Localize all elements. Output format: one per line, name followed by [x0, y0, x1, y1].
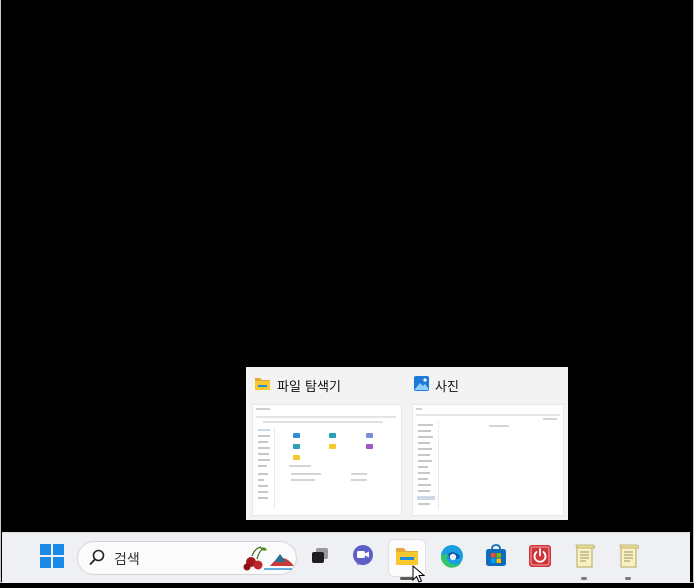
task-view-button[interactable] — [302, 540, 338, 576]
preview-sidebar — [256, 427, 275, 509]
edge-button[interactable] — [434, 540, 470, 576]
thumbnail-file-explorer[interactable]: 파일 탐색기 — [246, 367, 406, 520]
windows-start-icon — [40, 544, 64, 572]
search-box[interactable]: 검색 — [77, 541, 297, 575]
taskbar: 검색 — [2, 532, 690, 583]
preview-sidebar — [416, 422, 439, 510]
running-indicator — [581, 577, 587, 580]
running-indicator — [625, 577, 631, 580]
notepad-icon — [573, 543, 596, 573]
task-view-icon — [309, 546, 331, 570]
thumbnail-title: 사진 — [435, 380, 459, 395]
preview-toolbar — [416, 414, 560, 416]
preview-tab — [416, 408, 422, 410]
start-button[interactable] — [34, 540, 70, 576]
power-icon — [528, 544, 552, 572]
search-highlight-icon — [240, 544, 294, 576]
notepad-button[interactable] — [610, 540, 646, 580]
window-preview — [252, 404, 402, 516]
microsoft-store-button[interactable] — [478, 540, 514, 576]
notepad-button[interactable] — [566, 540, 602, 580]
preview-toolbar — [256, 416, 396, 418]
teams-chat-button[interactable] — [345, 540, 381, 576]
edge-icon — [440, 544, 464, 572]
file-explorer-icon — [254, 376, 271, 395]
thumbnail-title: 파일 탐색기 — [277, 380, 341, 395]
mouse-cursor-icon — [412, 564, 426, 588]
thumbnail-photos[interactable]: 사진 — [406, 367, 568, 520]
microsoft-store-icon — [484, 544, 508, 572]
photos-icon — [414, 376, 429, 395]
search-icon — [89, 549, 105, 570]
preview-address — [263, 421, 383, 423]
taskbar-thumbnail-popup: 파일 탐색기 사진 — [246, 367, 568, 520]
thumbnail-header: 파일 탐색기 — [254, 376, 341, 395]
preview-tab — [256, 408, 270, 410]
notepad-icon — [617, 543, 640, 573]
window-preview — [412, 404, 564, 516]
power-app-button[interactable] — [522, 540, 558, 576]
teams-chat-icon — [351, 544, 375, 572]
search-placeholder: 검색 — [114, 552, 140, 568]
thumbnail-header: 사진 — [414, 376, 459, 395]
